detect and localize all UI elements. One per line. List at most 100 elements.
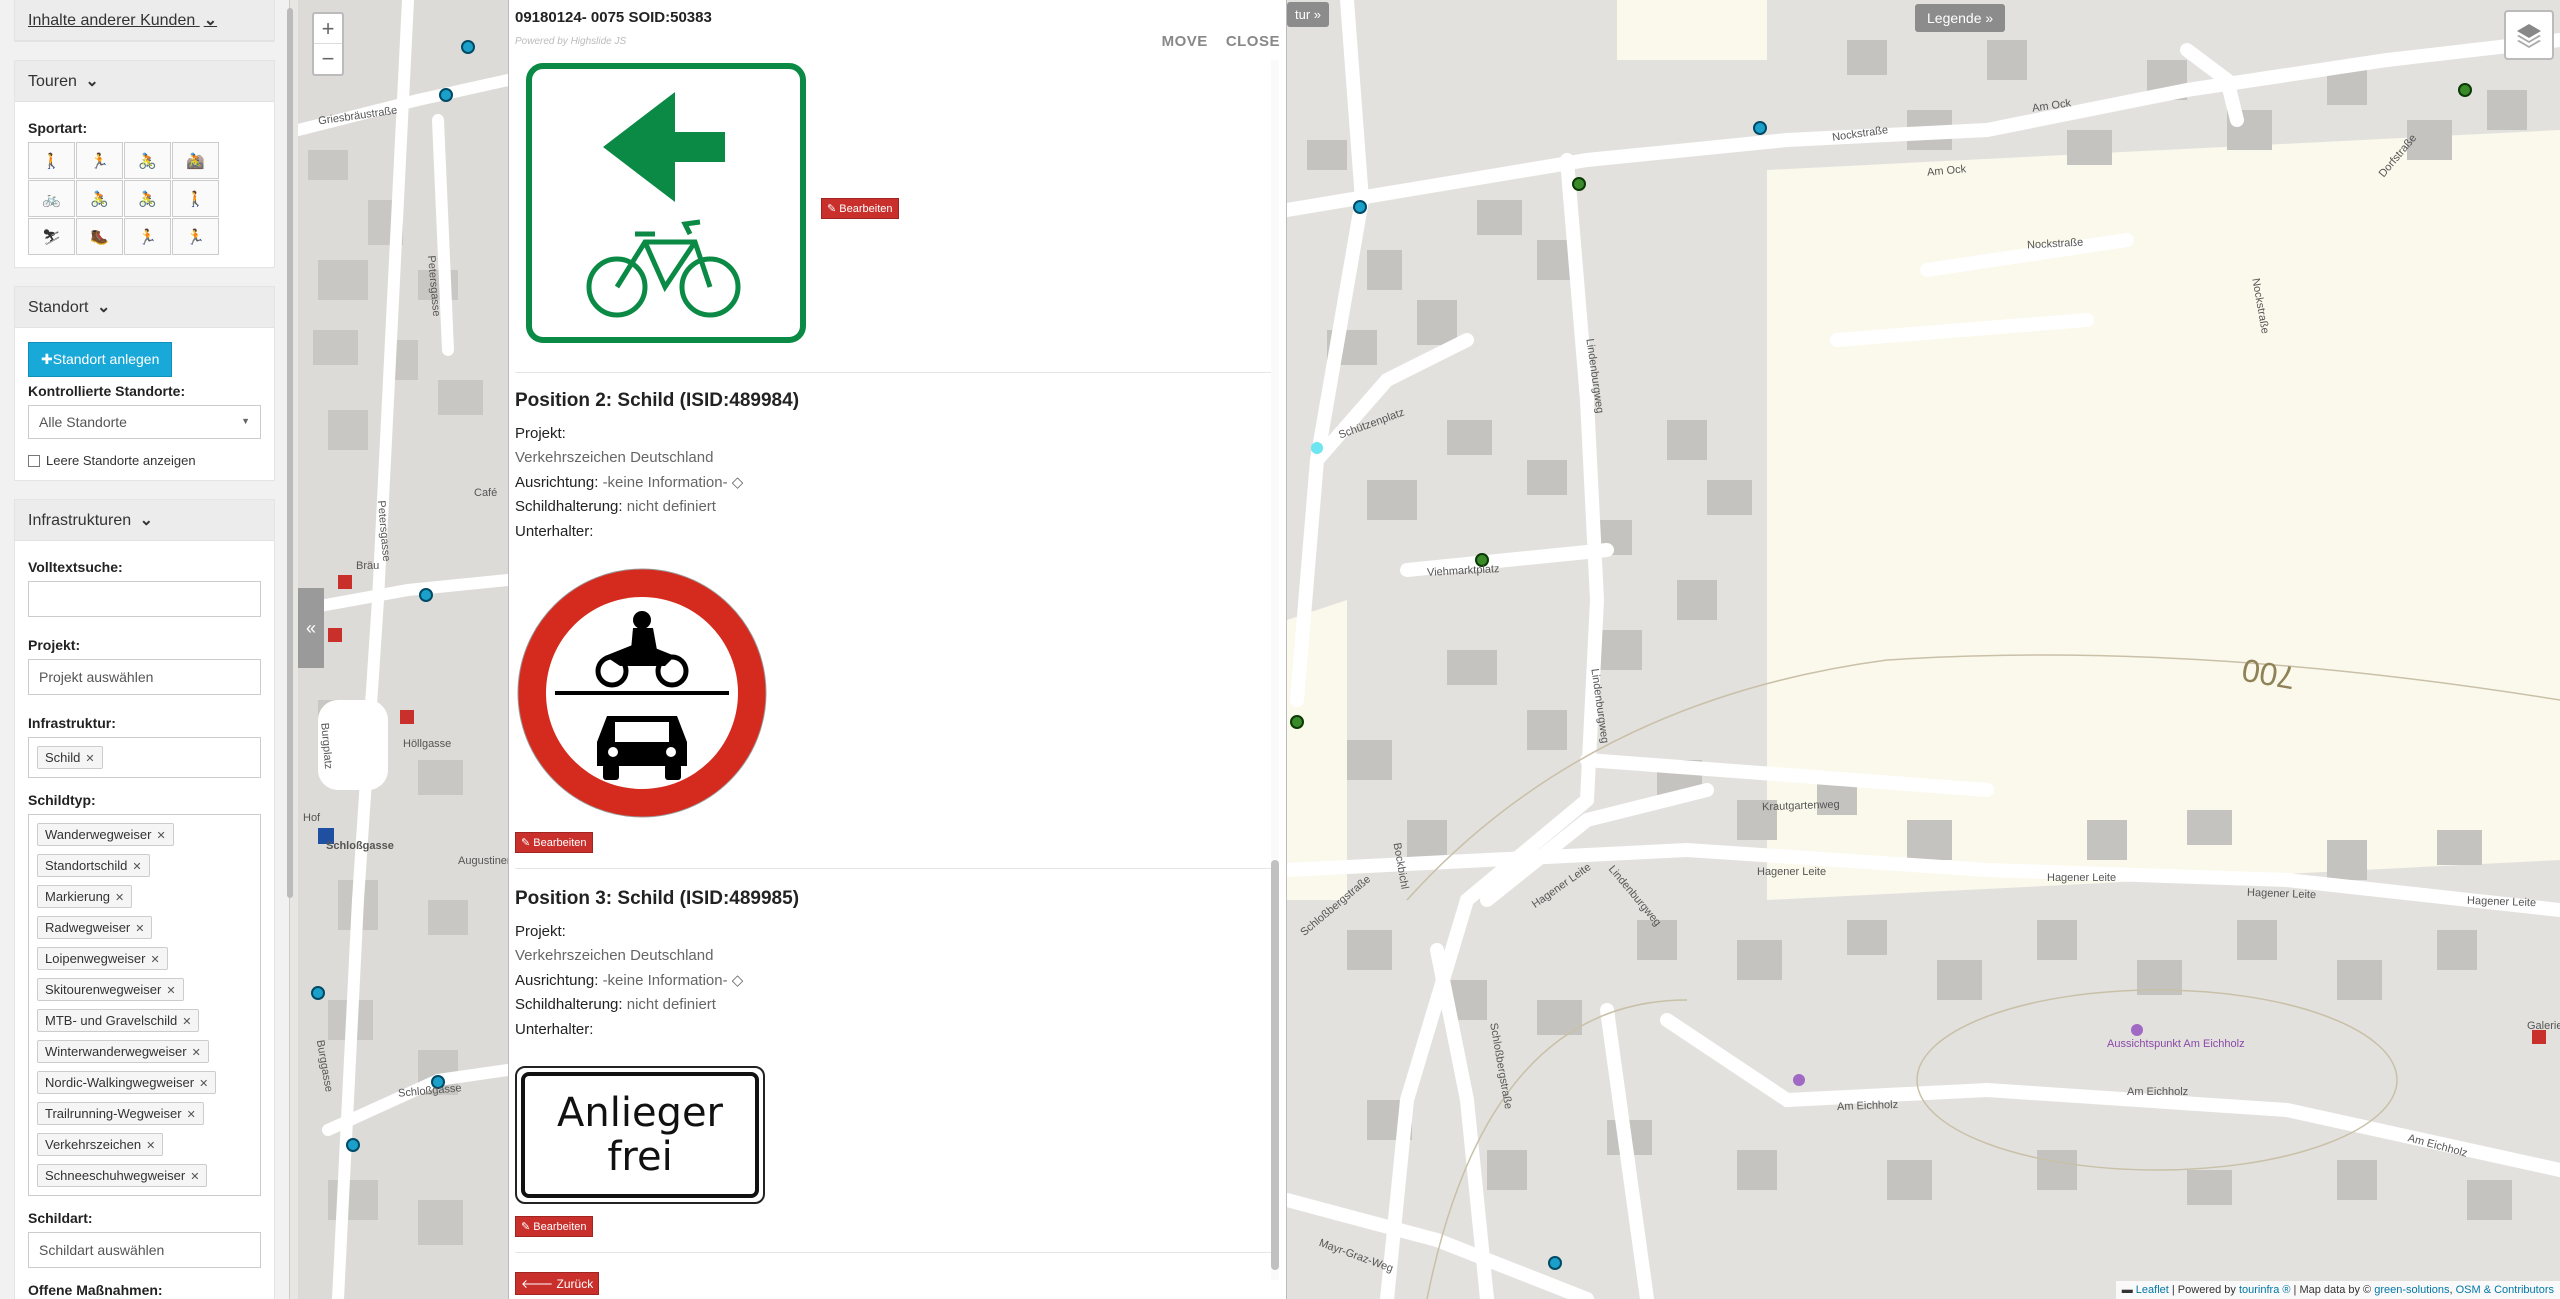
remove-icon[interactable]: ✕	[135, 923, 144, 935]
bearbeiten-button[interactable]: ✎ Bearbeiten	[515, 1216, 593, 1237]
map-left-tiles	[298, 0, 508, 1299]
row-value: -keine Information-	[602, 972, 728, 989]
winter-hiking-icon[interactable]: 🚶	[172, 180, 219, 217]
road-bike-icon[interactable]: 🚴	[76, 180, 123, 217]
gravel-icon[interactable]: 🚴	[124, 180, 171, 217]
remove-icon[interactable]: ✕	[166, 985, 175, 997]
position-heading: Position 2: Schild (ISID:489984)	[515, 390, 800, 411]
remove-icon[interactable]: ✕	[132, 861, 141, 873]
close-button[interactable]: CLOSE	[1226, 33, 1280, 50]
remove-icon[interactable]: ✕	[190, 1171, 199, 1183]
halterung-row: Schildhalterung: nicht definiert	[515, 498, 716, 515]
street-label: Hagener Leite	[2047, 872, 2117, 884]
pencil-icon: ✎	[827, 203, 837, 215]
layers-button[interactable]	[2504, 10, 2554, 60]
sign-text-line1: Anlieger	[557, 1090, 723, 1136]
position-heading: Position 3: Schild (ISID:489985)	[515, 888, 800, 909]
bike-icon[interactable]: 🚲	[28, 180, 75, 217]
schildtyp-select[interactable]: Wanderwegweiser ✕ Standortschild ✕ Markier…	[28, 814, 261, 1196]
street-label: Schloßgasse	[326, 840, 394, 852]
attrib-text: | Powered by	[2171, 1284, 2236, 1296]
projekt-label: Projekt:	[28, 637, 81, 653]
hiking-icon[interactable]: 🚶	[28, 142, 75, 179]
street-label: Augustinerplatz	[458, 855, 508, 867]
standort-title: Standort	[28, 299, 89, 316]
collapse-sidebar-button[interactable]: «	[298, 588, 324, 668]
snowshoe-icon[interactable]: 🥾	[76, 218, 123, 255]
standort-anlegen-button[interactable]: ✚Standort anlegen	[28, 342, 173, 377]
row-value: Verkehrszeichen Deutschland	[515, 449, 714, 466]
projekt-select[interactable]: Projekt auswählen	[28, 659, 261, 695]
bearbeiten-button[interactable]: ✎ Bearbeiten	[821, 198, 899, 219]
volltext-label: Volltextsuche:	[28, 559, 123, 575]
sportart-label: Sportart:	[28, 120, 88, 136]
tag-schildtyp: Wanderwegweiser ✕	[37, 823, 174, 846]
zoom-out-button[interactable]: −	[314, 44, 342, 74]
remove-icon[interactable]: ✕	[115, 892, 124, 904]
poi-label: Bräu	[356, 560, 380, 572]
trailrunning-icon[interactable]: 🏃	[124, 218, 171, 255]
leaflet-link[interactable]: Leaflet	[2136, 1284, 2169, 1296]
sign-text-block: Anlieger frei	[521, 1072, 759, 1198]
map-filter-button[interactable]: tur »	[1287, 2, 1330, 27]
row-value: nicht definiert	[626, 996, 716, 1013]
map-right[interactable]: Nockstraße Am Ock Am Ock Nockstraße Dorf…	[1287, 0, 2560, 1299]
schildart-select[interactable]: Schildart auswählen	[28, 1232, 261, 1268]
bearbeiten-button[interactable]: ✎ Bearbeiten	[515, 832, 593, 853]
offene-label: Offene Maßnahmen:	[28, 1282, 163, 1298]
remove-icon[interactable]: ✕	[192, 1047, 201, 1059]
popup-scroll-thumb[interactable]	[1271, 860, 1279, 1270]
zoom-in-button[interactable]: +	[314, 14, 342, 44]
remove-icon[interactable]: ✕	[187, 1109, 196, 1121]
checkbox-box[interactable]	[28, 454, 40, 467]
infrastrukturen-header[interactable]: Infrastrukturen ⌄	[15, 500, 274, 541]
running-icon[interactable]: 🏃	[76, 142, 123, 179]
infrastruktur-label: Infrastruktur:	[28, 715, 116, 731]
projekt-value-row: Verkehrszeichen Deutschland	[515, 449, 713, 466]
green-solutions-link[interactable]: green-solutions	[2374, 1284, 2449, 1296]
chevron-down-icon: ⌄	[85, 73, 99, 90]
remove-icon[interactable]: ✕	[156, 830, 165, 842]
halterung-row: Schildhalterung: nicht definiert	[515, 996, 716, 1013]
ski-tour-icon[interactable]: ⛷	[28, 218, 75, 255]
tag-schildtyp: Standortschild ✕	[37, 854, 150, 877]
remove-icon[interactable]: ✕	[85, 753, 94, 765]
caret-down-icon: ▼	[241, 416, 250, 426]
projekt-row: Projekt:	[515, 425, 566, 442]
arrow-left-icon: 🡐	[521, 1277, 554, 1291]
osm-link[interactable]: OSM & Contributors	[2456, 1284, 2554, 1296]
separator	[515, 372, 1273, 373]
kunden-toggle[interactable]: Inhalte anderer Kunden ⌄	[15, 0, 274, 41]
infrastrukturen-panel: Infrastrukturen ⌄ Volltextsuche: Projekt…	[14, 499, 275, 1299]
tag-schildtyp: Trailrunning-Wegweiser ✕	[37, 1102, 204, 1125]
powered-by: Powered by Highslide JS	[515, 36, 627, 47]
map-right-tiles	[1287, 0, 2560, 1299]
leere-standorte-checkbox[interactable]: Leere Standorte anzeigen	[28, 453, 261, 468]
nordic-walking-icon[interactable]: 🏃	[172, 218, 219, 255]
tag-label: Schild	[45, 750, 81, 765]
zurueck-button[interactable]: 🡐 Zurück	[515, 1272, 600, 1295]
tag-label: MTB- und Gravelschild	[45, 1013, 178, 1028]
row-label: Schildhalterung:	[515, 996, 623, 1013]
separator	[515, 868, 1273, 869]
double-chevron-icon: »	[1985, 10, 1994, 26]
remove-icon[interactable]: ✕	[150, 954, 159, 966]
move-button[interactable]: MOVE	[1162, 33, 1208, 50]
infrastruktur-select[interactable]: Schild ✕	[28, 737, 261, 778]
tourinfra-link[interactable]: tourinfra ®	[2239, 1284, 2291, 1296]
cycling-icon[interactable]: 🚴	[124, 142, 171, 179]
tag-label: Verkehrszeichen	[45, 1137, 142, 1152]
remove-icon[interactable]: ✕	[146, 1140, 155, 1152]
standorte-select[interactable]: Alle Standorte ▼	[28, 405, 261, 439]
remove-icon[interactable]: ✕	[199, 1078, 208, 1090]
sidebar-scrollbar[interactable]	[287, 8, 293, 898]
tag-label: Skitourenwegweiser	[45, 982, 162, 997]
map-left[interactable]: Griesbräustraße Petersgasse Petersgasse …	[298, 0, 508, 1299]
popup-scrollbar[interactable]	[1271, 60, 1279, 1280]
legende-button[interactable]: Legende »	[1915, 4, 2006, 32]
standort-header[interactable]: Standort ⌄	[15, 287, 274, 328]
volltext-input[interactable]	[28, 581, 261, 617]
mtb-icon[interactable]: 🚵	[172, 142, 219, 179]
remove-icon[interactable]: ✕	[182, 1016, 191, 1028]
touren-header[interactable]: Touren ⌄	[15, 61, 274, 102]
